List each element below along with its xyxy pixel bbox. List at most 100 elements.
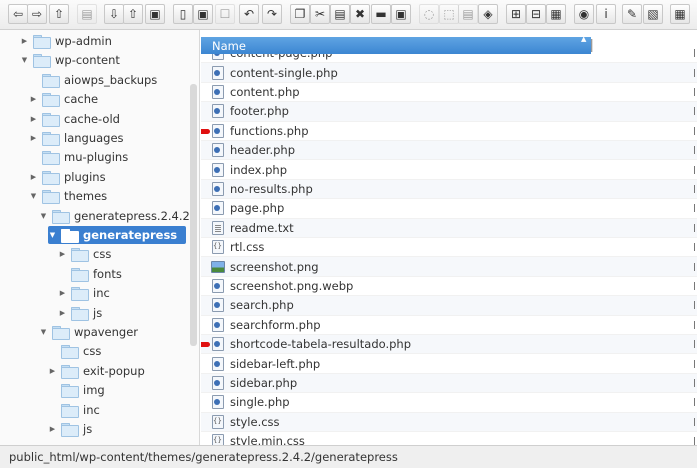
file-row[interactable]: sidebar-left.php — [201, 354, 697, 374]
file-row[interactable]: index.php — [201, 160, 697, 180]
resize-icon[interactable]: ▧ — [643, 4, 663, 24]
tree-item-inc[interactable]: ▶ inc — [58, 284, 110, 302]
tree-item-cache[interactable]: ▶ cache — [29, 90, 98, 108]
expanded-arrow-icon[interactable]: ▼ — [48, 231, 57, 239]
collapsed-arrow-icon[interactable]: ▶ — [48, 367, 57, 375]
checkbox-icon[interactable]: ☐ — [215, 4, 235, 24]
tree-item-themes[interactable]: ▼ themes — [29, 187, 107, 205]
tree-item-languages[interactable]: ▶ languages — [29, 129, 124, 147]
upload-icon[interactable]: ⇧ — [123, 4, 143, 24]
home-icon[interactable]: ▤ — [77, 4, 97, 24]
tree-item-generatepress-2-4-2[interactable]: ▼ generatepress.2.4.2 — [39, 207, 190, 225]
file-row[interactable]: style.min.css — [201, 432, 697, 445]
tree-scrollbar[interactable] — [190, 84, 197, 346]
tree-item-aiowps-backups[interactable]: aiowps_backups — [29, 71, 157, 89]
column-resize-handle[interactable] — [591, 39, 593, 52]
file-row[interactable]: content.php — [201, 83, 697, 103]
tree-item-wpavenger[interactable]: ▼ wpavenger — [39, 323, 138, 341]
archive-icon[interactable]: ◈ — [478, 4, 498, 24]
tree-item-label: img — [83, 383, 105, 398]
file-row[interactable]: functions.php — [201, 122, 697, 141]
collapsed-arrow-icon[interactable]: ▶ — [58, 309, 67, 317]
redo-icon[interactable]: ↷ — [262, 4, 282, 24]
file-name: page.php — [230, 201, 285, 216]
expanded-arrow-icon[interactable]: ▼ — [29, 192, 38, 200]
undo-icon[interactable]: ↶ — [239, 4, 259, 24]
file-row[interactable]: rtl.css — [201, 238, 697, 258]
open-icon[interactable]: ▯ — [173, 4, 193, 24]
collapsed-arrow-icon[interactable]: ▶ — [58, 250, 67, 258]
folder-icon — [42, 132, 60, 146]
file-row[interactable]: readme.txt — [201, 218, 697, 238]
expanded-arrow-icon[interactable]: ▼ — [39, 328, 48, 336]
collapsed-arrow-icon[interactable]: ▶ — [48, 425, 57, 433]
folder-icon — [61, 423, 79, 437]
sort-icon[interactable]: ▦ — [670, 4, 690, 24]
tree-item-img[interactable]: img — [48, 381, 105, 399]
file-row[interactable]: screenshot.png.webp — [201, 277, 697, 297]
expanded-arrow-icon[interactable]: ▼ — [39, 212, 48, 220]
file-list: content-page.phpcontent-single.phpconten… — [201, 30, 697, 445]
file-row[interactable]: page.php — [201, 199, 697, 219]
collapsed-arrow-icon[interactable]: ▶ — [29, 95, 38, 103]
tree-item-fonts[interactable]: fonts — [58, 265, 122, 283]
delete-icon[interactable]: ✖ — [350, 4, 370, 24]
file-row[interactable]: screenshot.png — [201, 257, 697, 277]
tree-item-css[interactable]: ▶ css — [58, 245, 111, 263]
info-icon[interactable]: i — [596, 4, 616, 24]
tree-item-wp-admin[interactable]: ▶ wp-admin — [20, 32, 112, 50]
column-header-name[interactable]: Name — [201, 37, 591, 54]
paste-icon[interactable]: ▤ — [330, 4, 350, 24]
tree-item-cache-old[interactable]: ▶ cache-old — [29, 110, 120, 128]
file-row[interactable]: sidebar.php — [201, 373, 697, 394]
file-row[interactable]: searchform.php — [201, 316, 697, 335]
up-icon[interactable]: ⇧ — [49, 4, 69, 24]
select-icon[interactable]: ⬚ — [439, 4, 459, 24]
back-icon[interactable]: ⇦ — [8, 4, 28, 24]
copy-icon[interactable]: ❐ — [290, 4, 310, 24]
collapsed-arrow-icon[interactable]: ▶ — [29, 115, 38, 123]
tree-item-css[interactable]: css — [48, 342, 101, 360]
file-row[interactable]: content-single.php — [201, 63, 697, 83]
tree-item-exit-popup[interactable]: ▶ exit-popup — [48, 362, 145, 380]
tree-item-plugins[interactable]: ▶ plugins — [29, 168, 106, 186]
tree-item-wp-content[interactable]: ▼ wp-content — [20, 51, 120, 69]
tree-item-label: themes — [64, 189, 108, 204]
php-file-icon — [212, 104, 224, 119]
sort-ascending-icon[interactable]: ▲ — [581, 35, 586, 43]
edit-icon[interactable]: ✎ — [622, 4, 642, 24]
cut-icon[interactable]: ✂ — [310, 4, 330, 24]
duplicate-icon[interactable]: ◌ — [419, 4, 439, 24]
file-row[interactable]: no-results.php — [201, 179, 697, 200]
collapsed-arrow-icon[interactable]: ▶ — [29, 173, 38, 181]
list-view-icon[interactable]: ⊟ — [526, 4, 546, 24]
file-row[interactable]: footer.php — [201, 102, 697, 122]
tree-item-js[interactable]: ▶ js — [48, 420, 92, 438]
collapsed-arrow-icon[interactable]: ▶ — [29, 134, 38, 142]
preview-icon[interactable]: ◉ — [574, 4, 594, 24]
collapsed-arrow-icon[interactable]: ▶ — [58, 289, 67, 297]
icons-view-icon[interactable]: ⊞ — [506, 4, 526, 24]
tree-item-inc[interactable]: inc — [48, 401, 100, 419]
tree-item-generatepress[interactable]: ▼ generatepress — [48, 226, 186, 244]
file-row[interactable]: single.php — [201, 393, 697, 413]
save-icon[interactable]: ▣ — [145, 4, 165, 24]
disk-icon[interactable]: ▣ — [193, 4, 213, 24]
download-icon[interactable]: ⇩ — [104, 4, 124, 24]
forward-icon[interactable]: ⇨ — [27, 4, 47, 24]
tree-item-js[interactable]: ▶ js — [58, 304, 102, 322]
text-file-icon — [212, 220, 224, 235]
rename-icon[interactable]: ▣ — [391, 4, 411, 24]
file-row[interactable]: shortcode-tabela-resultado.php — [201, 335, 697, 355]
collapsed-arrow-icon[interactable]: ▶ — [20, 37, 29, 45]
folder-icon — [42, 73, 60, 88]
column-header-label: Name — [212, 38, 246, 53]
extract-icon[interactable]: ▤ — [458, 4, 478, 24]
empty-icon[interactable]: ▬ — [371, 4, 391, 24]
file-row[interactable]: search.php — [201, 296, 697, 316]
grid-view-icon[interactable]: ▦ — [546, 4, 566, 24]
tree-item-mu-plugins[interactable]: mu-plugins — [29, 148, 128, 166]
file-row[interactable]: style.css — [201, 412, 697, 432]
file-row[interactable]: header.php — [201, 141, 697, 161]
expanded-arrow-icon[interactable]: ▼ — [20, 56, 29, 64]
